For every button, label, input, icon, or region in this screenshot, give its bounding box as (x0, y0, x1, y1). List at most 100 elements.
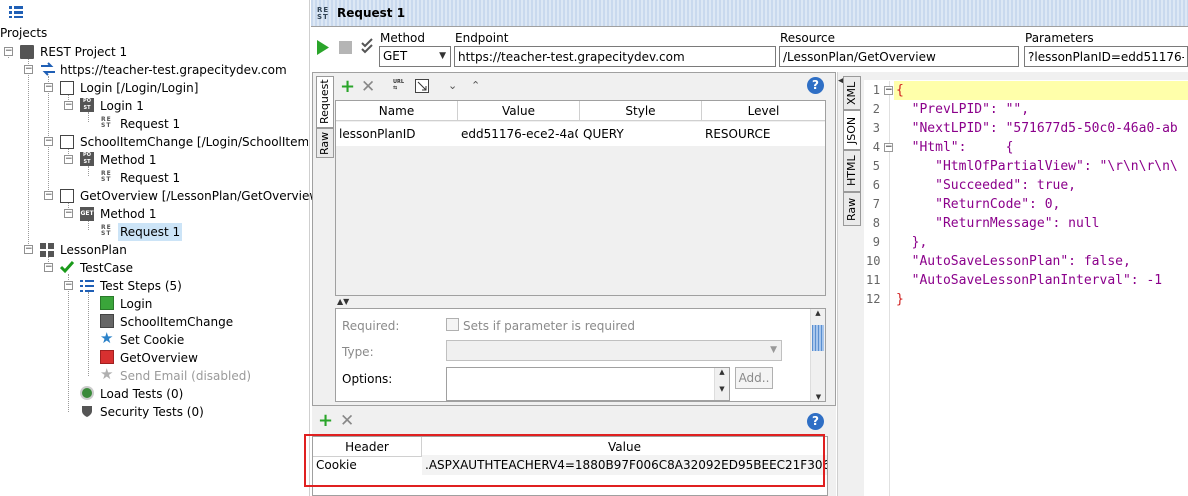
fold-toggle[interactable]: − (884, 143, 893, 152)
param-value-cell[interactable]: edd51176-ece2-4a03... (458, 124, 578, 144)
collapse-toggle[interactable]: − (24, 65, 33, 74)
url-encode-icon[interactable]: URL ⇆ (393, 79, 408, 93)
detail-scrollbar[interactable]: ▲ ▼ (810, 309, 825, 401)
tree-item-request[interactable]: Request 1 (120, 115, 180, 133)
param-detail-panel: Required: Sets if parameter is required … (335, 308, 826, 402)
tree-item-step-send-email[interactable]: Send Email (disabled) (120, 367, 251, 385)
json-line[interactable]: "ReturnCode": 0, (896, 195, 1188, 214)
tree-item-login-method[interactable]: Login 1 (100, 97, 144, 115)
options-scrollbar[interactable]: ▲ ▼ (714, 368, 729, 400)
column-header-value[interactable]: Value (458, 101, 580, 121)
tree-item-testcase[interactable]: TestCase (80, 259, 133, 277)
endpoint-label: Endpoint (455, 31, 509, 45)
param-name-cell[interactable]: lessonPlanID (336, 124, 456, 144)
tree-item-step-set-cookie[interactable]: Set Cookie (120, 331, 184, 349)
required-checkbox[interactable] (446, 318, 459, 331)
param-style-cell[interactable]: QUERY (580, 124, 700, 144)
tab-request[interactable]: Request (316, 76, 334, 128)
collapse-toggle[interactable]: − (44, 137, 53, 146)
method-select[interactable]: GET ▼ (379, 46, 451, 67)
collapse-toggle[interactable]: − (4, 47, 13, 56)
tree-item-lessonplan-suite[interactable]: LessonPlan (60, 241, 127, 259)
tree-item-login-resource[interactable]: Login [/Login/Login] (80, 79, 198, 97)
collapse-toggle[interactable]: − (64, 155, 73, 164)
column-header-style[interactable]: Style (580, 101, 702, 121)
line-number: 8 (872, 216, 880, 230)
collapse-toggle[interactable]: − (24, 245, 33, 254)
json-line[interactable]: "PrevLPID": "", (896, 100, 1188, 119)
folder-icon (20, 45, 34, 59)
param-level-cell[interactable]: RESOURCE (702, 124, 822, 144)
tree-item-service[interactable]: https://teacher-test.grapecitydev.com (60, 61, 287, 79)
parameters-input[interactable] (1024, 46, 1188, 67)
delete-header-icon[interactable]: ✕ (340, 412, 354, 430)
move-up-icon[interactable]: ⌃ (471, 79, 480, 92)
column-header-name[interactable]: Name (336, 101, 458, 121)
column-header-level[interactable]: Level (702, 101, 825, 121)
tab-html[interactable]: HTML (843, 150, 861, 192)
line-number: 7 (872, 197, 880, 211)
collapse-toggle[interactable]: − (44, 83, 53, 92)
json-line[interactable]: "NextLPID": "571677d5-50c0-46a0-ab (896, 119, 1188, 138)
tree-item-step-schoolitemchange[interactable]: SchoolItemChange (120, 313, 233, 331)
chevron-down-icon: ▼ (770, 345, 777, 355)
rest-request-icon: RE ST (317, 6, 330, 21)
json-line[interactable]: "AutoSaveLessonPlanInterval": -1 (896, 271, 1188, 290)
tree-item-getoverview-resource[interactable]: GetOverview [/LessonPlan/GetOverview] (80, 187, 324, 205)
fold-toggle[interactable]: − (884, 86, 893, 95)
collapse-toggle[interactable]: − (64, 281, 73, 290)
tree-item-test-steps[interactable]: Test Steps (5) (100, 277, 182, 295)
tree-item-rest-project[interactable]: REST Project 1 (40, 43, 127, 61)
add-option-button[interactable]: Add.. (735, 367, 773, 389)
json-line[interactable]: "Html": { (896, 138, 1188, 157)
endpoint-input[interactable] (454, 46, 776, 67)
tab-raw[interactable]: Raw (316, 128, 334, 158)
tree-item-schoolitemchange-resource[interactable]: SchoolItemChange [/Login/SchoolItemChang… (80, 133, 308, 151)
move-down-icon[interactable]: ⌄ (448, 79, 457, 92)
add-param-icon[interactable]: + (340, 78, 355, 96)
delete-param-icon[interactable]: ✕ (361, 78, 375, 96)
line-number: 11 (866, 273, 881, 287)
line-number: 5 (872, 159, 880, 173)
tab-json[interactable]: JSON (843, 110, 861, 150)
type-select[interactable]: ▼ (446, 340, 782, 361)
table-row[interactable]: lessonPlanID edd51176-ece2-4a03... QUERY… (336, 122, 825, 146)
resize-params-icon[interactable] (415, 79, 429, 93)
collapse-toggle[interactable]: − (64, 209, 73, 218)
tree-item-step-getoverview[interactable]: GetOverview (120, 349, 198, 367)
help-icon[interactable]: ? (807, 77, 824, 94)
tree-item-method[interactable]: Method 1 (100, 151, 156, 169)
help-icon[interactable]: ? (807, 413, 824, 430)
json-line[interactable]: } (896, 290, 1188, 309)
json-line[interactable]: "AutoSaveLessonPlan": false, (896, 252, 1188, 271)
stop-button[interactable] (339, 41, 352, 54)
json-line[interactable]: "ReturnMessage": null (896, 214, 1188, 233)
json-line[interactable]: { (896, 81, 1188, 100)
collapse-toggle[interactable]: − (44, 191, 53, 200)
tree-item-request[interactable]: Request 1 (120, 169, 180, 187)
chevron-down-icon: ▼ (439, 51, 446, 61)
line-number: 12 (866, 292, 881, 306)
tree-item-step-login[interactable]: Login (120, 295, 152, 313)
tree-item-method[interactable]: Method 1 (100, 205, 156, 223)
options-list[interactable] (446, 367, 730, 401)
tree-item-security-tests[interactable]: Security Tests (0) (100, 403, 204, 421)
step-green-icon (100, 296, 114, 310)
tab-raw[interactable]: Raw (843, 192, 861, 226)
tree-view-icon[interactable] (9, 6, 23, 18)
splitter-toggle-icon[interactable]: ▲▼ (337, 297, 349, 306)
tree-item-request-selected[interactable]: Request 1 (118, 223, 183, 241)
json-line[interactable]: "HtmlOfPartialView": "\r\n\r\n\ (896, 157, 1188, 176)
json-line[interactable]: "Succeeded": true, (896, 176, 1188, 195)
resource-icon (60, 81, 74, 95)
parameters-label: Parameters (1025, 31, 1094, 45)
add-header-icon[interactable]: + (318, 412, 333, 430)
run-button[interactable] (316, 40, 330, 55)
json-line[interactable]: }, (896, 233, 1188, 252)
settings-checkmark-icon[interactable] (360, 38, 374, 56)
tree-item-load-tests[interactable]: Load Tests (0) (100, 385, 183, 403)
collapse-toggle[interactable]: − (64, 101, 73, 110)
resource-input[interactable] (779, 46, 1019, 67)
tab-xml[interactable]: XML (843, 76, 861, 110)
collapse-toggle[interactable]: − (44, 263, 53, 272)
